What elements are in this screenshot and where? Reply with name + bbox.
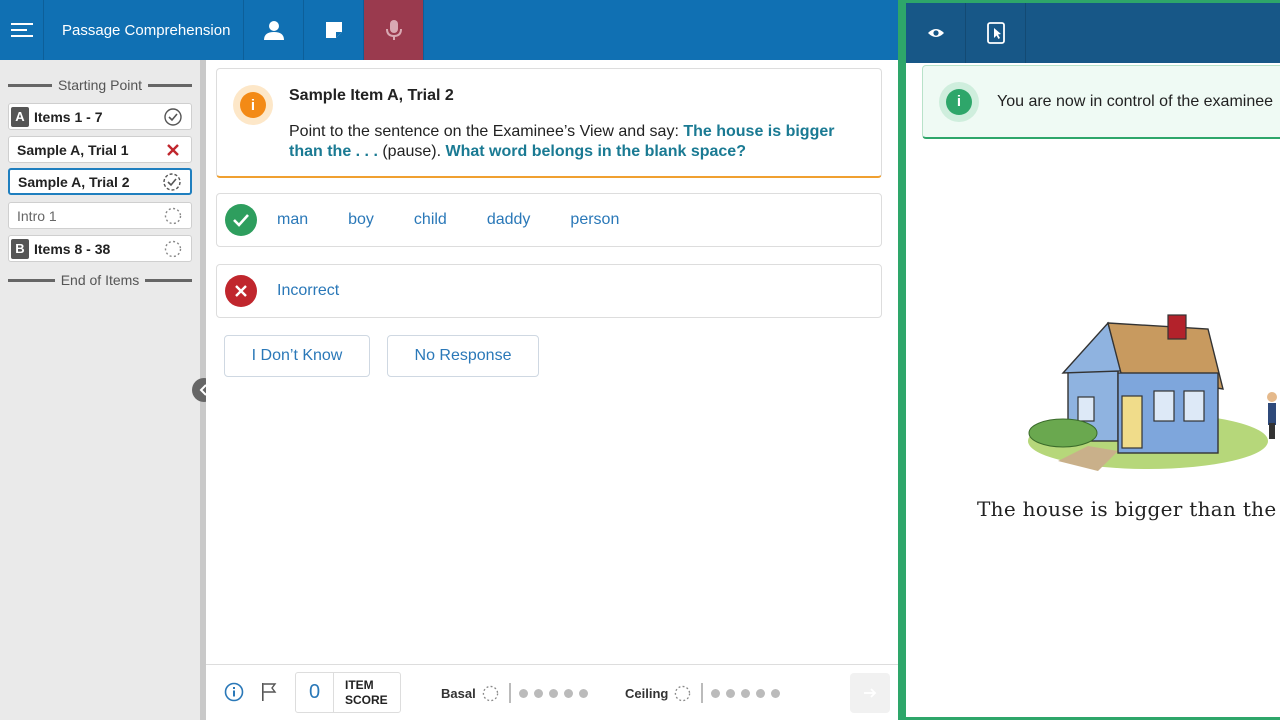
basal-indicator: Basal <box>441 682 594 704</box>
test-title: Passage Comprehension <box>44 0 244 60</box>
dont-know-button[interactable]: I Don’t Know <box>224 335 370 377</box>
eye-icon <box>927 29 944 37</box>
answer-option[interactable]: person <box>570 211 619 229</box>
sidebar-item-sample-a-trial-2[interactable]: Sample A, Trial 2 <box>8 168 192 195</box>
sidebar-item-sample-a-trial-1[interactable]: Sample A, Trial 1 <box>8 136 192 163</box>
preview-toggle-button[interactable] <box>906 3 966 63</box>
ceiling-indicator: Ceiling <box>625 682 786 704</box>
examiner-main-panel: i Sample Item A, Trial 2 Point to the se… <box>206 60 898 664</box>
examinee-info-button[interactable] <box>244 0 304 60</box>
sidebar-item-items-8-38[interactable]: B Items 8 - 38 <box>8 235 192 262</box>
examiner-instruction-text: Point to the sentence on the Examinee’s … <box>289 123 835 160</box>
incorrect-x-icon <box>161 143 185 156</box>
block-letter-badge: A <box>11 106 29 127</box>
house-illustration <box>1028 314 1277 471</box>
answer-option[interactable]: boy <box>348 211 374 229</box>
pending-circle-icon <box>675 685 691 701</box>
sidebar-item-label: Intro 1 <box>17 207 57 224</box>
flag-button[interactable] <box>260 682 278 707</box>
ceiling-label: Ceiling <box>625 685 669 701</box>
examinee-view-toolbar <box>906 3 1280 63</box>
correct-check-icon[interactable] <box>225 204 257 236</box>
menu-button[interactable] <box>0 0 44 60</box>
check-circle-icon <box>161 107 185 126</box>
item-score-value: 0 <box>296 673 334 712</box>
in-progress-check-icon <box>160 172 184 191</box>
sidebar-item-label: Items 8 - 38 <box>34 240 111 257</box>
menu-icon <box>10 23 33 37</box>
end-of-items-marker: End of Items <box>8 272 192 288</box>
info-circle-icon <box>224 682 244 702</box>
microphone-icon <box>385 20 402 40</box>
basal-label: Basal <box>441 685 476 701</box>
sidebar-item-intro-1[interactable]: Intro 1 <box>8 202 192 229</box>
control-notice-text: You are now in control of the examinee <box>997 92 1274 110</box>
pending-circle-icon <box>482 685 498 701</box>
pending-circle-icon <box>161 240 185 258</box>
scoring-footer: 0 ITEM SCORE Basal Ceiling <box>206 664 898 720</box>
incorrect-x-icon[interactable] <box>225 275 257 307</box>
item-title: Sample Item A, Trial 2 <box>289 87 454 104</box>
block-letter-badge: B <box>11 238 29 259</box>
ceiling-progress-dots <box>711 688 786 698</box>
item-score-label: ITEM SCORE <box>345 677 388 707</box>
note-icon <box>325 22 342 38</box>
item-score-box: 0 ITEM SCORE <box>295 672 401 713</box>
info-icon: i <box>233 85 273 125</box>
instruction-card: i Sample Item A, Trial 2 Point to the se… <box>216 68 882 178</box>
next-item-button[interactable] <box>850 673 890 713</box>
answer-option[interactable]: man <box>277 211 308 229</box>
control-notice-banner: i You are now in control of the examinee <box>922 65 1280 139</box>
flag-icon <box>262 683 277 701</box>
record-audio-button[interactable] <box>364 0 424 60</box>
incorrect-response-row[interactable]: Incorrect <box>216 264 882 318</box>
top-toolbar: Passage Comprehension <box>0 0 898 60</box>
sidebar-item-label: Sample A, Trial 1 <box>17 141 129 158</box>
notes-button[interactable] <box>304 0 364 60</box>
control-toggle-button[interactable] <box>966 3 1026 63</box>
person-icon <box>263 21 284 40</box>
arrow-right-icon <box>864 688 877 698</box>
basal-progress-dots <box>518 688 594 698</box>
sidebar-item-label: Sample A, Trial 2 <box>18 173 130 190</box>
starting-point-marker: Starting Point <box>8 77 192 93</box>
info-icon: i <box>939 81 979 122</box>
pending-circle-icon <box>161 207 185 225</box>
answer-option[interactable]: child <box>414 211 447 229</box>
no-response-button[interactable]: No Response <box>387 335 539 377</box>
stimulus-sentence: The house is bigger than the __ <box>977 497 1280 521</box>
info-button[interactable] <box>224 682 244 707</box>
correct-responses-row: man boy child daddy person <box>216 193 882 247</box>
answer-option[interactable]: daddy <box>487 211 531 229</box>
examinee-view-panel: i You are now in control of the examinee… <box>898 0 1280 720</box>
tablet-pointer-icon <box>986 22 1005 44</box>
sidebar-item-items-1-7[interactable]: A Items 1 - 7 <box>8 103 192 130</box>
item-navigation-sidebar: Starting Point A Items 1 - 7 Sample A, T… <box>0 60 200 720</box>
incorrect-option[interactable]: Incorrect <box>277 282 339 300</box>
sidebar-item-label: Items 1 - 7 <box>34 108 103 125</box>
